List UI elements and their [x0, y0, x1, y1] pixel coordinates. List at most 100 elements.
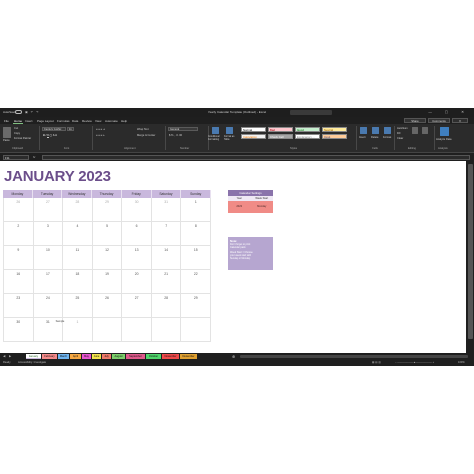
formula-input[interactable] [42, 155, 470, 160]
find-select-icon[interactable] [422, 127, 428, 134]
analyze-data-icon[interactable] [440, 127, 449, 136]
analyze-data-label[interactable]: Analyze Data [436, 138, 451, 141]
calendar-day-cell[interactable]: 18 [63, 270, 93, 294]
calendar-day-cell[interactable]: 11 [63, 246, 93, 270]
sheet-tab-october[interactable]: October [146, 353, 161, 359]
format-cells-icon[interactable] [384, 127, 391, 134]
calendar-day-cell[interactable]: 4 [63, 222, 93, 246]
calendar-day-cell[interactable]: 9 [3, 246, 34, 270]
worksheet-area[interactable]: JANUARY 2023 Monday Tuesday Wednesday Thurs… [0, 161, 466, 353]
merge-center-button[interactable]: Merge & Center [137, 134, 155, 137]
cell-style-check-cell[interactable]: Check Cell [268, 134, 293, 139]
calendar-day-cell[interactable]: 17 [33, 270, 64, 294]
calendar-day-cell[interactable]: 27 [33, 198, 64, 222]
cut-button[interactable]: Cut [14, 127, 18, 130]
calendar-day-cell[interactable]: 14 [151, 246, 182, 270]
conditional-formatting-icon[interactable] [212, 127, 219, 134]
calendar-day-cell[interactable]: 1 [63, 318, 93, 342]
sheet-tab-may[interactable]: May [82, 353, 91, 359]
fx-icon[interactable]: fx [33, 155, 35, 159]
autosum-button[interactable]: AutoSum [397, 127, 408, 130]
calendar-day-cell[interactable]: 10 [33, 246, 64, 270]
name-box[interactable]: F11 [3, 155, 29, 160]
cell-style-calculation[interactable]: Calculation [241, 134, 266, 139]
sheet-tab-august[interactable]: August [112, 353, 125, 359]
clear-button[interactable]: Clear [397, 137, 403, 140]
calendar-day-cell[interactable]: 29 [181, 294, 212, 318]
calendar-day-cell[interactable]: 31 Sample [33, 318, 64, 342]
vertical-scrollbar[interactable] [466, 161, 474, 353]
calendar-day-cell[interactable]: 19 [92, 270, 123, 294]
calendar-day-cell[interactable]: 3 [33, 222, 64, 246]
prev-sheet-arrow-icon[interactable]: ◀ [3, 354, 5, 358]
fill-button[interactable]: Fill [397, 132, 400, 135]
vertical-scroll-thumb[interactable] [467, 164, 473, 339]
share-button[interactable]: Share [404, 117, 426, 123]
calendar-day-cell[interactable]: 23 [3, 294, 34, 318]
year-input[interactable]: 2023 [228, 201, 251, 213]
paste-label[interactable]: Paste [3, 139, 10, 142]
calendar-day-cell[interactable] [181, 318, 212, 342]
calendar-day-cell[interactable]: 1 [181, 198, 212, 222]
calendar-day-cell[interactable]: 6 [122, 222, 152, 246]
calendar-day-cell[interactable] [122, 318, 152, 342]
conditional-formatting-label[interactable]: Conditional Formatting [208, 136, 222, 141]
calendar-day-cell[interactable]: 20 [122, 270, 152, 294]
sheet-tab-april[interactable]: April [70, 353, 81, 359]
align-buttons-row2[interactable]: ≡ ≡ ≡ ⇤ [96, 134, 105, 137]
sheet-tab-january[interactable]: January [26, 353, 41, 359]
accessibility-status[interactable]: Accessibility: Investigate [18, 361, 46, 364]
cell-style-explanatory[interactable]: Explanatory ... [295, 134, 320, 139]
insert-cells-icon[interactable] [360, 127, 367, 134]
add-sheet-icon[interactable]: ⊕ [232, 354, 235, 359]
cell-style-neutral[interactable]: Neutral [322, 127, 347, 132]
next-sheet-arrow-icon[interactable]: ▶ [9, 354, 11, 358]
format-painter-button[interactable]: Format Painter [14, 137, 31, 140]
calendar-day-cell[interactable]: 29 [92, 198, 123, 222]
calendar-day-cell[interactable]: 26 [3, 198, 34, 222]
calendar-day-cell[interactable]: 28 [151, 294, 182, 318]
format-as-table-icon[interactable] [226, 127, 233, 134]
cell-style-bad[interactable]: Bad [268, 127, 293, 132]
calendar-day-cell[interactable]: 5 [92, 222, 123, 246]
cell-style-good[interactable]: Good [295, 127, 320, 132]
wrap-text-button[interactable]: Wrap Text [137, 128, 149, 131]
sheet-tab-september[interactable]: September [126, 353, 145, 359]
zoom-slider[interactable]: − ─────────●───────── + [395, 361, 434, 364]
calendar-day-cell[interactable] [92, 318, 123, 342]
sheet-tab-november[interactable]: November [162, 353, 179, 359]
ribbon-display-button[interactable]: ▾ [452, 117, 468, 123]
calendar-day-cell[interactable]: 13 [122, 246, 152, 270]
font-name-select[interactable]: Century Gothic [42, 127, 66, 131]
calendar-day-cell[interactable]: 12 [92, 246, 123, 270]
copy-button[interactable]: Copy [14, 132, 20, 135]
calendar-day-cell[interactable]: 24 [33, 294, 64, 318]
sheet-tab-march[interactable]: March [58, 353, 69, 359]
cell-style-normal[interactable]: Normal [241, 127, 266, 132]
week-start-select[interactable]: Monday [251, 201, 274, 213]
calendar-day-cell[interactable] [151, 318, 182, 342]
format-cells-label[interactable]: Format [383, 136, 391, 139]
calendar-day-cell[interactable]: 27 [122, 294, 152, 318]
calendar-day-cell[interactable]: 30 [3, 318, 34, 342]
font-size-select[interactable]: 11 [67, 127, 74, 131]
calendar-day-cell[interactable]: 16 [3, 270, 34, 294]
view-buttons[interactable]: ▦ ▤ ▥ [372, 361, 381, 364]
comments-button[interactable]: Comments [428, 117, 450, 123]
calendar-day-cell[interactable]: 8 [181, 222, 212, 246]
horizontal-scrollbar[interactable] [240, 355, 468, 358]
calendar-day-cell[interactable]: 28 [63, 198, 93, 222]
zoom-level[interactable]: 100% [458, 361, 465, 364]
number-format-select[interactable]: General [168, 127, 198, 131]
paste-icon[interactable] [3, 127, 11, 138]
align-buttons[interactable]: ≡ ≡ ≡ ⇥ [96, 128, 105, 131]
sheet-tab-june[interactable]: June [92, 353, 101, 359]
calendar-day-cell[interactable]: 26 [92, 294, 123, 318]
calendar-day-cell[interactable]: 30 [122, 198, 152, 222]
calendar-day-cell[interactable]: 21 [151, 270, 182, 294]
format-as-table-label[interactable]: Format as Table [224, 136, 236, 141]
sort-filter-icon[interactable] [412, 127, 418, 134]
font-format-buttons[interactable]: B I U ▢ A A [43, 134, 57, 137]
window-controls[interactable]: — ▢ ✕ [428, 110, 470, 114]
sheet-tab-july[interactable]: July [102, 353, 111, 359]
